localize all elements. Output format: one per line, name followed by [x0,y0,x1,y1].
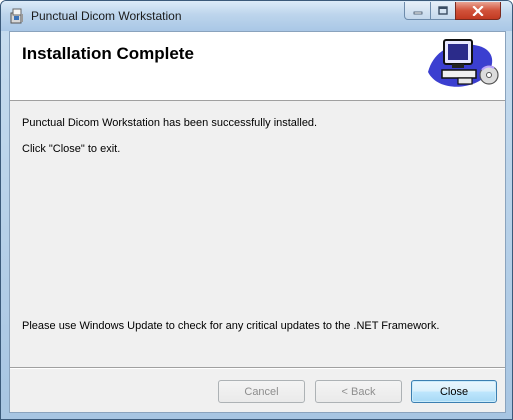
content-area: Punctual Dicom Workstation has been succ… [10,101,505,371]
button-separator [10,367,505,369]
window-title: Punctual Dicom Workstation [31,9,182,23]
dialog-client-area: Installation Complete Punctual Dicom Wor… [9,31,506,413]
page-title: Installation Complete [22,44,194,63]
title-bar[interactable]: Punctual Dicom Workstation [1,1,512,31]
close-button[interactable]: Close [411,380,497,403]
success-message: Punctual Dicom Workstation has been succ… [22,117,318,129]
minimize-button[interactable] [404,2,431,20]
maximize-button[interactable] [430,2,456,20]
computer-monitor-with-cd-icon [428,39,499,87]
cancel-button[interactable]: Cancel [218,380,305,403]
installer-window: Punctual Dicom Workstation Installation … [0,0,513,420]
dotnet-update-note: Please use Windows Update to check for a… [22,320,440,332]
minimize-icon [413,11,422,14]
maximize-icon [438,6,448,15]
back-button[interactable]: < Back [315,380,402,403]
exit-instruction: Click "Close" to exit. [22,143,121,155]
close-window-button[interactable] [455,2,501,20]
installer-package-icon [10,8,23,24]
header-banner: Installation Complete [10,32,505,101]
close-icon [472,5,484,16]
